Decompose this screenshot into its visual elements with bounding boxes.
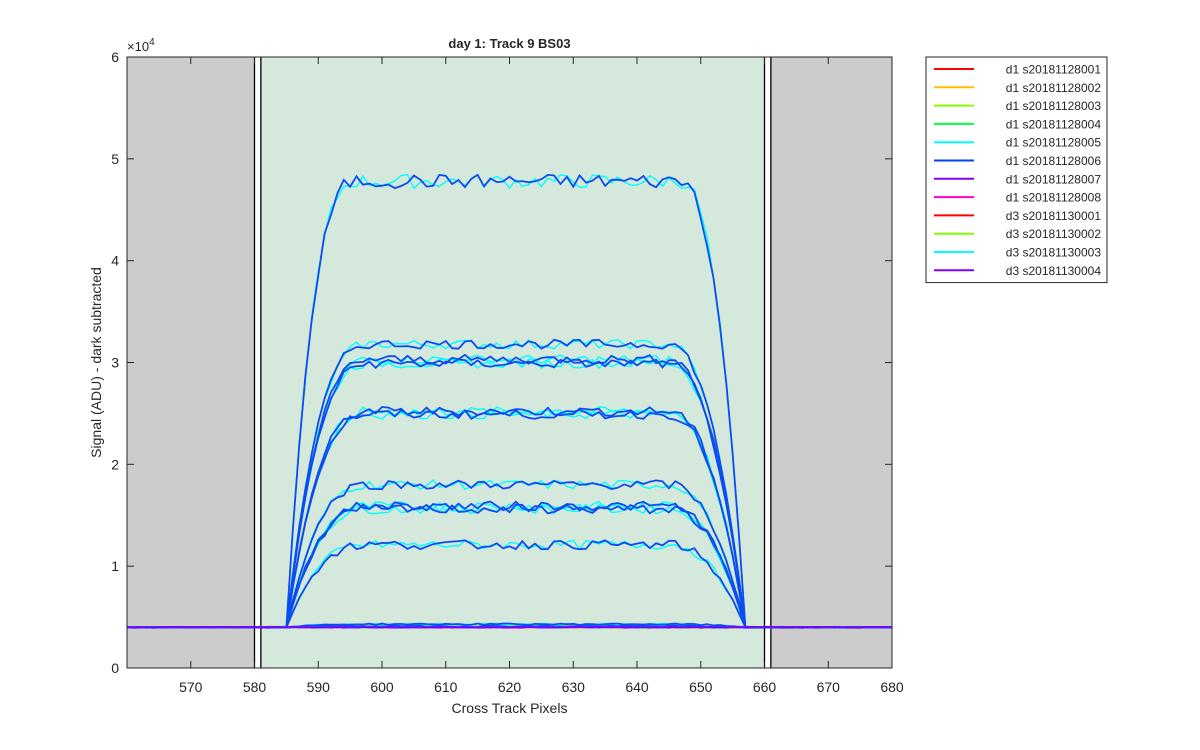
y-tick-label: 2	[111, 456, 119, 472]
legend-label: d1 s20181128007	[1006, 172, 1102, 186]
x-axis-label: Cross Track Pixels	[452, 700, 568, 716]
y-tick-label: 0	[111, 660, 119, 676]
x-tick-label: 640	[625, 679, 649, 695]
x-tick-label: 570	[179, 679, 203, 695]
x-tick-label: 620	[498, 679, 522, 695]
x-tick-label: 650	[689, 679, 713, 695]
legend-label: d1 s20181128002	[1006, 81, 1102, 95]
chart-title: day 1: Track 9 BS03	[448, 36, 570, 51]
legend-label: d1 s20181128003	[1006, 99, 1102, 113]
legend-label: d1 s20181128001	[1006, 63, 1102, 77]
legend-label: d3 s20181130001	[1006, 209, 1102, 223]
x-tick-label: 590	[307, 679, 331, 695]
y-tick-label: 3	[111, 355, 119, 371]
y-tick-label: 6	[111, 49, 119, 65]
x-tick-label: 610	[434, 679, 458, 695]
legend-label: d3 s20181130003	[1006, 246, 1102, 260]
y-exponent-label: ×104	[127, 37, 155, 54]
legend-label: d1 s20181128008	[1006, 191, 1102, 205]
y-tick-label: 5	[111, 151, 119, 167]
line-chart: 570 580 590 600 610 620 630 640 650 660 670 680 0 1 2…	[88, 36, 1108, 716]
x-tick-label: 660	[753, 679, 777, 695]
y-tick-label: 1	[111, 558, 119, 574]
series-line	[126, 626, 892, 629]
x-tick-label: 670	[817, 679, 841, 695]
legend-label: d1 s20181128006	[1006, 154, 1102, 168]
shaded-region-0	[127, 57, 255, 668]
x-tick-label: 680	[880, 679, 904, 695]
shaded-region-2	[770, 57, 892, 668]
legend-label: d3 s20181130004	[1006, 264, 1102, 278]
legend-label: d3 s20181130002	[1006, 227, 1102, 241]
legend-label: d1 s20181128005	[1006, 136, 1102, 150]
y-tick-label: 4	[111, 253, 119, 269]
x-tick-label: 580	[243, 679, 267, 695]
x-tick-label: 630	[562, 679, 586, 695]
x-tick-label: 600	[370, 679, 394, 695]
y-axis-label: Signal (ADU) - dark subtracted	[88, 267, 104, 458]
legend-label: d1 s20181128004	[1006, 117, 1102, 131]
legend: d1 s20181128001 d1 s20181128002 d1 s201811…	[925, 56, 1108, 284]
